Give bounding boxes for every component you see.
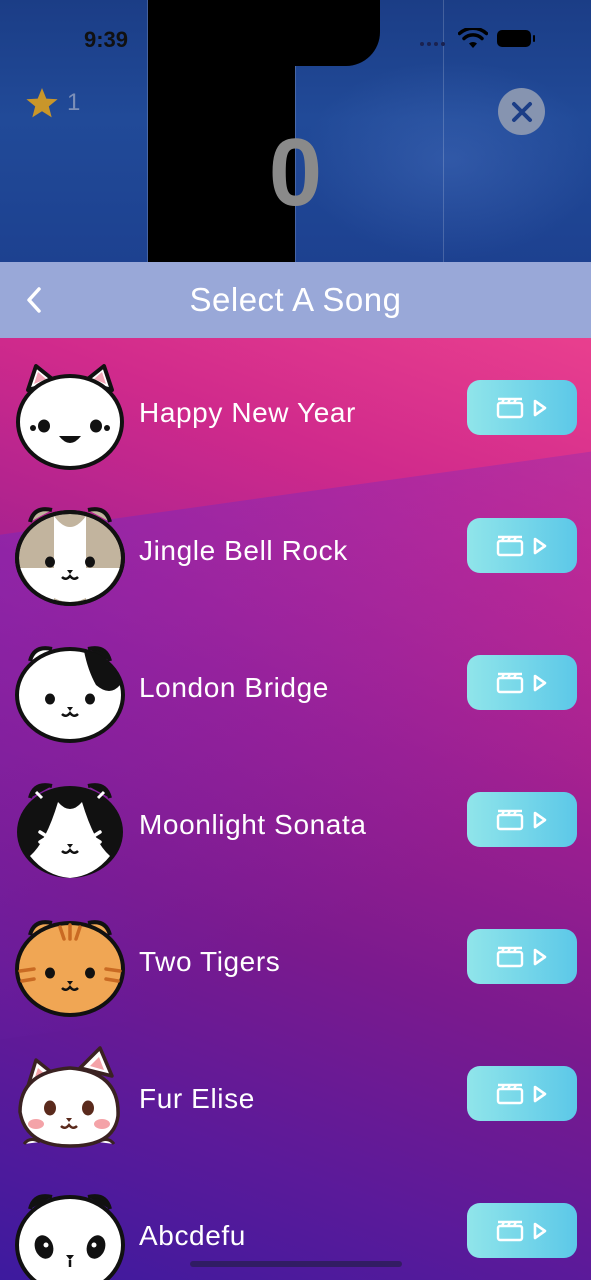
- signal-icon: [420, 42, 445, 46]
- star-icon: [26, 88, 58, 118]
- clapperboard-icon: [496, 946, 524, 967]
- play-icon: [533, 537, 547, 554]
- song-title: Happy New Year: [139, 397, 356, 428]
- wifi-icon: [458, 28, 488, 48]
- play-icon: [533, 948, 547, 965]
- song-row-two-tigers[interactable]: Two Tigers: [0, 909, 591, 1046]
- battery-icon: [497, 30, 535, 47]
- song-row-happy-new-year[interactable]: Happy New Year: [0, 360, 591, 497]
- watch-ad-play-button[interactable]: [467, 655, 577, 710]
- watch-ad-play-button[interactable]: [467, 380, 577, 435]
- score-display: 0: [268, 119, 323, 226]
- song-select-header: Select A Song: [0, 262, 591, 338]
- clapperboard-icon: [496, 1083, 524, 1104]
- chevron-left-icon: [27, 287, 41, 313]
- clapperboard-icon: [496, 1220, 524, 1241]
- orange-tabby-cat-icon: [15, 920, 125, 1017]
- star-count: 1: [67, 89, 81, 116]
- watch-ad-play-button[interactable]: [467, 1203, 577, 1258]
- game-area: 9:39 1 0: [0, 0, 591, 262]
- play-icon: [533, 811, 547, 828]
- home-indicator[interactable]: [190, 1261, 402, 1267]
- white-cat-blush-icon: [18, 1046, 120, 1148]
- watch-ad-play-button[interactable]: [467, 1066, 577, 1121]
- play-icon: [533, 1222, 547, 1239]
- white-cat-pink-ears-icon: [16, 364, 124, 470]
- status-time: 9:39: [84, 27, 129, 52]
- back-button[interactable]: [14, 278, 54, 322]
- page-title: Select A Song: [189, 281, 402, 318]
- song-title: Two Tigers: [139, 946, 281, 977]
- song-row-fur-elise[interactable]: Fur Elise: [0, 1046, 591, 1183]
- panda-cat-icon: [15, 1194, 125, 1280]
- white-cat-black-patch-icon: [15, 646, 125, 743]
- song-row-jingle-bell-rock[interactable]: Jingle Bell Rock: [0, 498, 591, 635]
- device-notch: [148, 0, 380, 66]
- clapperboard-icon: [496, 535, 524, 556]
- song-title: Abcdefu: [139, 1220, 246, 1251]
- play-icon: [533, 674, 547, 691]
- song-title: Fur Elise: [139, 1083, 255, 1114]
- tan-white-cat-icon: [15, 507, 125, 606]
- song-row-london-bridge[interactable]: London Bridge: [0, 635, 591, 772]
- watch-ad-play-button[interactable]: [467, 518, 577, 573]
- song-list: Happy New Year Jingle Bell Rock London B…: [0, 338, 591, 1280]
- watch-ad-play-button[interactable]: [467, 792, 577, 847]
- play-icon: [533, 1085, 547, 1102]
- song-title: London Bridge: [139, 672, 329, 703]
- song-row-moonlight-sonata[interactable]: Moonlight Sonata: [0, 772, 591, 909]
- tuxedo-cat-icon: [17, 783, 123, 878]
- clapperboard-icon: [496, 672, 524, 693]
- song-title: Moonlight Sonata: [139, 809, 367, 840]
- song-title: Jingle Bell Rock: [139, 535, 348, 566]
- watch-ad-play-button[interactable]: [467, 929, 577, 984]
- clapperboard-icon: [496, 809, 524, 830]
- play-icon: [533, 399, 547, 416]
- clapperboard-icon: [496, 397, 524, 418]
